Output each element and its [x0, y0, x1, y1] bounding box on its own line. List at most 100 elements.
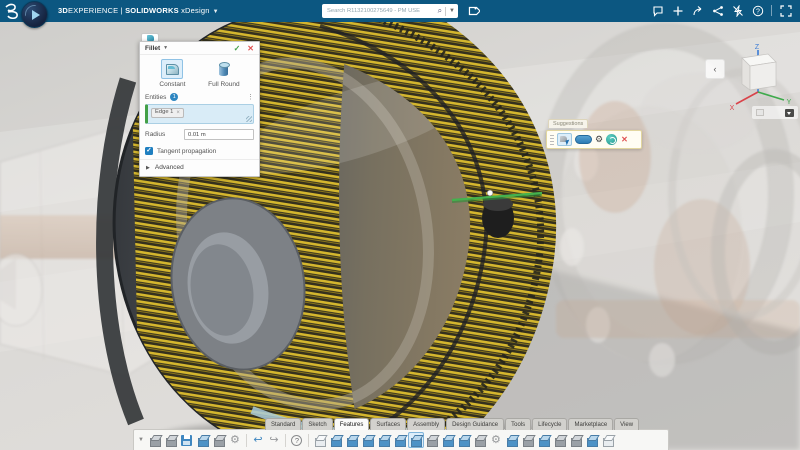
design-history-button[interactable] [163, 432, 179, 448]
global-search[interactable]: ⌕ ▼ [322, 4, 458, 18]
viewport-3d[interactable] [0, 22, 800, 450]
toolbar-separator [246, 434, 247, 447]
extrude-cut-icon [394, 435, 405, 446]
entities-count-badge: 1 [170, 93, 178, 101]
feedback-icon[interactable] [651, 4, 664, 17]
undo-button[interactable]: ↩ [250, 432, 266, 448]
suggestion-value-pill[interactable] [575, 135, 592, 144]
revolve-button[interactable] [344, 432, 360, 448]
constant-label: Constant [159, 81, 185, 88]
assistant-icon[interactable] [606, 134, 617, 145]
entities-selection-field[interactable]: Edge 1× [145, 104, 254, 124]
edge-chip[interactable]: Edge 1× [151, 108, 184, 118]
chamfer-button[interactable] [424, 432, 440, 448]
hole-button[interactable] [472, 432, 488, 448]
redo-icon: ↪ [269, 435, 278, 446]
help-button[interactable]: ? [289, 432, 305, 448]
dome-button[interactable] [584, 432, 600, 448]
move-face-icon [538, 435, 549, 446]
vertex-marker[interactable] [487, 190, 493, 196]
cancel-button[interactable]: ✕ [247, 44, 254, 53]
sync-settings-icon [197, 435, 208, 446]
draft-icon [458, 435, 469, 446]
preferences-button[interactable]: ⚙ [227, 432, 243, 448]
sync-settings-button[interactable] [195, 432, 211, 448]
help-icon[interactable]: ? [751, 4, 764, 17]
radius-input[interactable]: 0.01 m [184, 129, 254, 140]
import-export-button[interactable] [211, 432, 227, 448]
sweep-button[interactable] [376, 432, 392, 448]
shell-button[interactable] [440, 432, 456, 448]
toolbar-collapse-icon[interactable]: ▼ [138, 437, 144, 443]
fullscreen-icon[interactable] [779, 4, 792, 17]
display-style-icon [756, 109, 764, 116]
dialog-title-chevron-icon[interactable]: ▼ [163, 45, 168, 51]
tab-marketplace[interactable]: Marketplace [568, 418, 613, 430]
pattern-button[interactable]: ⚙ [488, 432, 504, 448]
fillet-icon [410, 435, 421, 446]
draft-button[interactable] [456, 432, 472, 448]
combine-button[interactable] [552, 432, 568, 448]
chip-remove-icon[interactable]: × [176, 110, 180, 116]
save-button[interactable] [179, 432, 195, 448]
move-face-button[interactable] [536, 432, 552, 448]
search-input[interactable] [325, 7, 438, 15]
primitive-button[interactable] [312, 432, 328, 448]
revolve-axis-button[interactable] [360, 432, 376, 448]
ribbon-tabs: StandardSketchFeaturesSurfacesAssemblyDe… [265, 418, 640, 430]
actions-disabled-icon[interactable] [731, 4, 744, 17]
constant-option[interactable]: Constant [159, 59, 185, 88]
confirm-button[interactable]: ✓ [234, 44, 241, 53]
thicken-button[interactable] [600, 432, 616, 448]
app-switcher-chevron-icon[interactable]: ▼ [213, 9, 219, 15]
view-cube-front[interactable] [750, 62, 776, 90]
help-icon: ? [291, 435, 302, 446]
display-dropdown-icon[interactable] [785, 109, 794, 117]
tangent-checkbox[interactable]: ✓ [145, 147, 153, 155]
radius-label: Radius [145, 131, 165, 138]
search-options-chevron-icon[interactable]: ▼ [449, 8, 455, 14]
full-round-option[interactable]: Full Round [208, 59, 239, 88]
suggestion-settings-icon[interactable]: ⚙ [595, 135, 603, 144]
view-triad[interactable]: Z X Y [724, 42, 800, 114]
svg-text:?: ? [756, 8, 760, 15]
mirror-button[interactable] [520, 432, 536, 448]
collapse-panel-button[interactable]: ‹ [705, 59, 725, 79]
entities-menu-icon[interactable]: ⋮ [247, 93, 254, 101]
fillet-button[interactable] [408, 432, 424, 448]
add-icon[interactable] [671, 4, 684, 17]
tab-assembly[interactable]: Assembly [407, 418, 445, 430]
tab-standard[interactable]: Standard [265, 418, 301, 430]
display-options-widget[interactable] [752, 106, 798, 119]
3dexperience-compass[interactable] [21, 1, 48, 28]
search-icon[interactable]: ⌕ [438, 7, 442, 15]
fillet-suggestion-button[interactable] [557, 133, 572, 146]
dismiss-suggestions-icon[interactable]: ✕ [621, 135, 628, 144]
drag-handle[interactable] [550, 135, 554, 145]
thicken-icon [602, 435, 613, 446]
advanced-section-toggle[interactable]: ▶ Advanced [140, 159, 259, 176]
tag-icon[interactable] [466, 4, 480, 18]
tab-sketch[interactable]: Sketch [302, 418, 332, 430]
tab-design-guidance[interactable]: Design Guidance [446, 418, 504, 430]
rib-button[interactable] [504, 432, 520, 448]
fillet-dialog-header: Fillet ▼ ✓ ✕ [140, 42, 259, 55]
extrude-icon [330, 435, 341, 446]
extrude-button[interactable] [328, 432, 344, 448]
tab-tools[interactable]: Tools [505, 418, 531, 430]
redo-button[interactable]: ↪ [266, 432, 282, 448]
tab-features[interactable]: Features [334, 418, 370, 430]
viewport-3d-scene [0, 22, 800, 450]
tab-lifecycle[interactable]: Lifecycle [532, 418, 567, 430]
new-part-button[interactable] [147, 432, 163, 448]
advanced-expander-icon: ▶ [146, 165, 150, 171]
split-button[interactable] [568, 432, 584, 448]
tab-surfaces[interactable]: Surfaces [370, 418, 406, 430]
extrude-cut-button[interactable] [392, 432, 408, 448]
chamfer-icon [426, 435, 437, 446]
tab-view[interactable]: View [614, 418, 639, 430]
suggestions-toolbar: Suggestions ⚙ ✕ [546, 112, 642, 149]
share-icon[interactable] [691, 4, 704, 17]
collaborate-icon[interactable] [711, 4, 724, 17]
hole-icon [474, 435, 485, 446]
